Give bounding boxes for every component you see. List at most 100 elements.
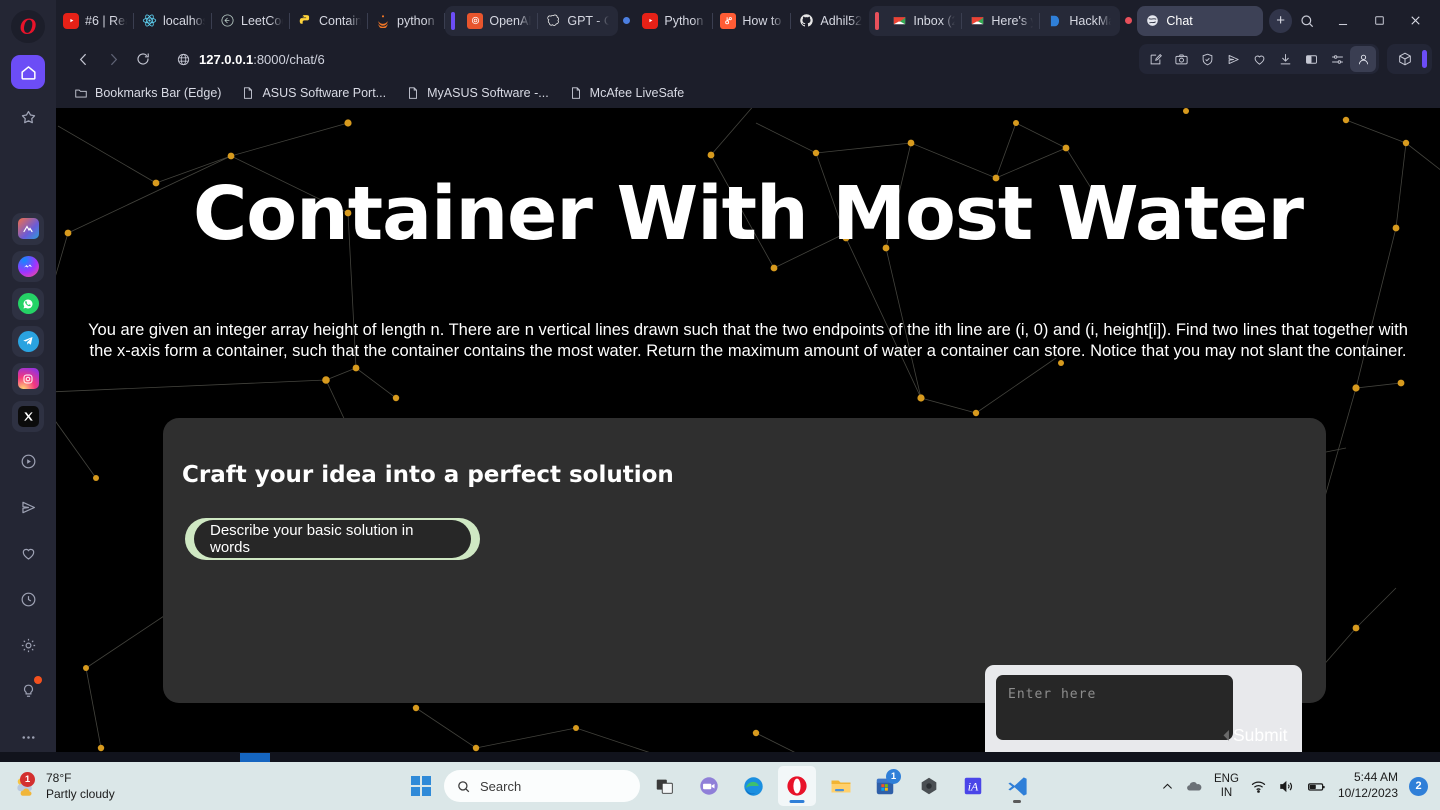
sidebar-app-whatsapp[interactable] xyxy=(12,288,44,320)
sidebar-item-flow[interactable] xyxy=(11,490,45,524)
page-icon xyxy=(244,86,253,99)
tab-search-icon[interactable] xyxy=(1292,7,1322,35)
tab-group-purple[interactable]: OpenAI A GPT - Op xyxy=(445,5,619,36)
tab-4[interactable]: python - xyxy=(368,6,446,36)
weather-widget[interactable]: 1 78°F Partly cloudy xyxy=(0,770,115,802)
accent-indicator xyxy=(1422,50,1427,68)
globe-icon xyxy=(177,53,190,65)
tab-3[interactable]: Container xyxy=(290,6,368,36)
heart-icon[interactable] xyxy=(1246,46,1272,72)
close-icon[interactable] xyxy=(1400,7,1430,35)
battery-icon[interactable] xyxy=(1306,776,1327,797)
sidebar-item-favorites[interactable] xyxy=(11,101,45,134)
taskbar-app-vscode[interactable] xyxy=(998,766,1036,806)
taskbar-app-edge[interactable] xyxy=(734,766,772,806)
bookmark-1[interactable]: ASUS Software Port... xyxy=(233,82,394,104)
windows-taskbar: 1 78°F Partly cloudy Search 1 iA ENG IN … xyxy=(0,762,1440,810)
x-twitter-icon xyxy=(17,405,39,427)
start-button[interactable] xyxy=(404,769,438,803)
sidebar-app-instagram[interactable] xyxy=(12,363,44,395)
split-view-icon[interactable] xyxy=(1298,46,1324,72)
tab-label: Python D xyxy=(664,13,706,28)
taskbar-app-blender[interactable] xyxy=(910,766,948,806)
volume-icon[interactable] xyxy=(1278,778,1295,795)
edge-icon xyxy=(743,776,763,796)
instagram-icon xyxy=(17,368,39,390)
tab-13-active[interactable]: Chat xyxy=(1137,5,1264,36)
sidebar-app-x[interactable] xyxy=(12,400,44,433)
show-hidden-icons-chevron[interactable] xyxy=(1161,780,1174,793)
react-icon xyxy=(141,13,157,29)
gmail-icon xyxy=(891,13,907,29)
gmail-icon xyxy=(969,13,985,29)
tab-12[interactable]: HackMaz xyxy=(1040,6,1118,36)
onedrive-icon[interactable] xyxy=(1185,777,1203,795)
sidebar-item-home[interactable] xyxy=(11,55,45,89)
taskbar-app-file-explorer[interactable] xyxy=(822,766,860,806)
back-icon[interactable] xyxy=(68,44,98,74)
language-indicator[interactable]: ENG IN xyxy=(1214,772,1239,801)
sidebar-app-messenger[interactable] xyxy=(12,250,44,283)
taskbar-app-ia-writer[interactable]: iA xyxy=(954,766,992,806)
python-icon xyxy=(297,13,313,29)
taskbar-search[interactable]: Search xyxy=(444,770,640,802)
tab-8[interactable]: How to M xyxy=(713,6,792,36)
tab-6[interactable]: GPT - Op xyxy=(538,6,616,36)
tab-5[interactable]: OpenAI A xyxy=(460,6,539,36)
forward-icon[interactable] xyxy=(98,44,128,74)
tab-label: #6 | React xyxy=(85,13,127,28)
answer-input-card: ◣ Submit Submit xyxy=(985,665,1302,762)
taskbar-app-opera[interactable] xyxy=(778,766,816,806)
tab-9[interactable]: Adhil523/ xyxy=(791,6,869,36)
answer-textarea[interactable] xyxy=(996,675,1233,740)
reload-icon[interactable] xyxy=(128,44,158,74)
url-text: 127.0.0.1:8000/chat/6 xyxy=(199,52,325,67)
download-icon[interactable] xyxy=(1272,46,1298,72)
bookmark-3[interactable]: McAfee LiveSafe xyxy=(561,82,693,104)
tab-11[interactable]: Here's yo xyxy=(962,6,1041,36)
wifi-icon[interactable] xyxy=(1250,778,1267,795)
maximize-icon[interactable] xyxy=(1364,7,1394,35)
language-line1: ENG xyxy=(1214,772,1239,785)
tab-label: LeetCode xyxy=(241,13,283,28)
settings-sliders-icon[interactable] xyxy=(1324,46,1350,72)
sidebar-app-telegram[interactable] xyxy=(12,325,44,358)
tab-2[interactable]: LeetCode xyxy=(212,6,290,36)
profile-icon[interactable] xyxy=(1350,46,1376,72)
screen: O #6 | Re localho LeetCo Contain python … xyxy=(0,0,1440,810)
taskbar-center: Search 1 iA xyxy=(404,766,1036,806)
notification-badge[interactable]: 2 xyxy=(1409,776,1428,796)
sidebar-item-favorites-bottom[interactable] xyxy=(11,536,45,570)
sidebar-item-more[interactable] xyxy=(11,720,45,754)
camera-icon[interactable] xyxy=(1168,46,1194,72)
send-icon[interactable] xyxy=(1220,46,1246,72)
bookmark-2[interactable]: MyASUS Software -... xyxy=(398,82,557,104)
new-tab-button[interactable]: + xyxy=(1269,8,1292,33)
tab-label: python - xyxy=(397,13,439,28)
tab-7[interactable]: Python D xyxy=(635,6,714,36)
tab-label: Container xyxy=(319,13,361,28)
tab-0[interactable]: #6 | React xyxy=(56,6,134,36)
send-icon xyxy=(21,501,35,513)
cube-icon[interactable] xyxy=(1392,46,1418,72)
taskbar-app-microsoft-store[interactable]: 1 xyxy=(866,766,904,806)
minimize-icon[interactable] xyxy=(1328,7,1358,35)
sidebar-app-aria[interactable] xyxy=(12,213,44,245)
snapshot-edit-icon[interactable] xyxy=(1142,46,1168,72)
tab-10[interactable]: Inbox (2) xyxy=(884,6,963,36)
bookmark-0[interactable]: Bookmarks Bar (Edge) xyxy=(66,82,229,104)
clock[interactable]: 5:44 AM 10/12/2023 xyxy=(1338,770,1398,801)
opera-icon xyxy=(787,776,807,796)
zoom-icon xyxy=(700,777,718,795)
page-bottom-sliver xyxy=(0,752,1440,762)
tab-group-red[interactable]: Inbox (2) Here's yo HackMaz xyxy=(869,5,1121,36)
taskbar-app-zoom[interactable] xyxy=(690,766,728,806)
shield-icon[interactable] xyxy=(1194,46,1220,72)
taskbar-app-taskview[interactable] xyxy=(646,766,684,806)
sidebar-item-player[interactable] xyxy=(11,444,45,478)
sidebar-item-tips[interactable] xyxy=(11,674,45,708)
sidebar-item-settings[interactable] xyxy=(11,628,45,662)
url-input[interactable]: 127.0.0.1:8000/chat/6 xyxy=(166,44,1139,74)
tab-1[interactable]: localhost xyxy=(134,6,212,36)
sidebar-item-history[interactable] xyxy=(11,582,45,616)
